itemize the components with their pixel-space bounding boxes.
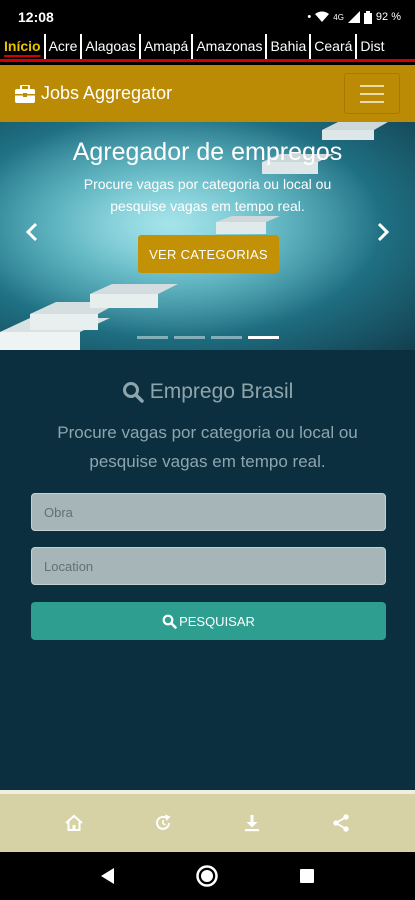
view-categories-button[interactable]: VER CATEGORIAS (138, 235, 279, 273)
hero-title: Agregador de empregos (72, 138, 343, 166)
tab-alagoas[interactable]: Alagoas (82, 34, 141, 59)
carousel-indicator-active[interactable] (248, 336, 279, 339)
recents-icon[interactable] (299, 868, 315, 884)
refresh-button[interactable] (143, 803, 183, 843)
hamburger-icon-bar (360, 92, 384, 95)
carousel-indicators (137, 336, 279, 339)
hero-subtitle: Procure vagas por categoria ou local ou … (83, 176, 332, 214)
search-heading-text: Emprego Brasil (149, 380, 294, 403)
app-header: Jobs Aggregator (0, 65, 415, 122)
tab-bahia[interactable]: Bahia (267, 34, 312, 59)
carousel-indicator[interactable] (174, 336, 205, 339)
search-icon (162, 614, 177, 629)
home-circle-icon[interactable] (195, 864, 219, 888)
back-icon[interactable] (100, 867, 116, 885)
system-nav (0, 852, 415, 900)
hamburger-icon-bar (360, 84, 384, 87)
refresh-icon (156, 814, 171, 830)
carousel-prev-button[interactable] (20, 218, 44, 246)
hero-carousel: Agregador de empregos Procure vagas por … (0, 122, 415, 350)
battery-level: 92 % (375, 11, 401, 23)
location-input[interactable] (31, 547, 386, 585)
download-button[interactable] (232, 803, 272, 843)
tab-inicio[interactable]: Início (0, 34, 46, 59)
share-icon (332, 814, 349, 832)
battery-icon (363, 10, 372, 24)
tab-amazonas[interactable]: Amazonas (193, 34, 268, 59)
tab-amapa[interactable]: Amapá (141, 34, 194, 59)
tab-ceara[interactable]: Ceará (311, 34, 358, 59)
job-search-input[interactable] (31, 493, 386, 531)
region-tabs: Início Acre Alagoas Amapá Amazonas Bahia Ceará… (0, 34, 415, 62)
menu-button[interactable] (344, 73, 400, 114)
search-icon (122, 382, 144, 403)
carousel-indicator[interactable] (137, 336, 168, 339)
share-button[interactable] (321, 803, 361, 843)
search-button[interactable]: PESQUISAR (31, 602, 386, 640)
chevron-right-icon (377, 222, 390, 242)
chevron-left-icon (25, 222, 38, 242)
home-button[interactable] (54, 803, 94, 843)
hamburger-icon-bar (360, 100, 384, 103)
signal-icon (347, 11, 360, 23)
tab-distrito-federal[interactable]: Dist (357, 34, 387, 59)
status-bar: 12:08 • 4G 92 % (0, 0, 415, 34)
search-heading: Emprego Brasil (0, 380, 415, 404)
search-section: Emprego Brasil Procure vagas por categor… (0, 350, 415, 790)
bottom-nav (0, 790, 415, 852)
search-description: Procure vagas por categoria ou local ou … (57, 423, 358, 471)
wifi-icon (315, 11, 330, 22)
briefcase-icon (15, 84, 35, 103)
carousel-indicator[interactable] (211, 336, 242, 339)
tab-acre[interactable]: Acre (46, 34, 83, 59)
download-icon (244, 815, 259, 832)
network-type: 4G (333, 12, 344, 22)
home-icon (65, 814, 84, 831)
status-icons: • 4G 92 % (307, 10, 401, 24)
carousel-next-button[interactable] (371, 218, 395, 246)
dot-icon: • (307, 11, 312, 23)
search-button-label: PESQUISAR (179, 613, 255, 629)
brand[interactable]: Jobs Aggregator (15, 83, 172, 104)
status-time: 12:08 (18, 9, 54, 25)
app-title: Jobs Aggregator (41, 83, 173, 103)
